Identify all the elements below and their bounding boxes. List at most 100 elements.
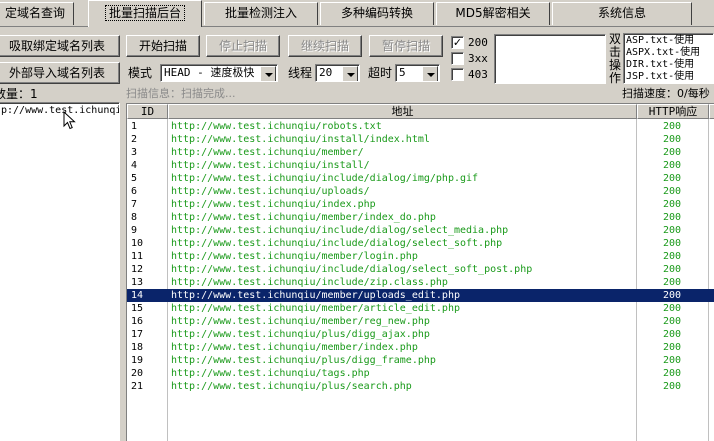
cell-id: 6 [131, 186, 138, 197]
cell-id: 19 [131, 355, 144, 366]
cell-http-response: 200 [662, 303, 682, 314]
cell-http-response: 200 [662, 277, 682, 288]
cell-url: http://www.test.ichunqiu/member/article_… [171, 303, 460, 314]
table-row[interactable]: 13 http://www.test.ichunqiu/include/zip.c… [127, 276, 714, 289]
mouse-cursor-icon [63, 111, 76, 130]
cell-url: http://www.test.ichunqiu/include/dialog/… [171, 264, 533, 275]
table-row[interactable]: 11 http://www.test.ichunqiu/member/login.… [127, 250, 714, 263]
tab-system-info[interactable]: 系统信息 [552, 2, 692, 25]
dictionary-item[interactable]: ASP.txt-使用 [626, 35, 700, 47]
cell-http-response: 200 [662, 238, 682, 249]
threads-label: 线程 [288, 66, 313, 80]
timeout-select[interactable]: 5 [395, 64, 440, 82]
resume-scan-button[interactable]: 继续扫描 [288, 35, 362, 57]
table-row[interactable]: 15 http://www.test.ichunqiu/member/articl… [127, 302, 714, 315]
table-row[interactable]: 20 http://www.test.ichunqiu/tags.php 200 [127, 367, 714, 380]
table-row[interactable]: 4 http://www.test.ichunqiu/install/200 [127, 159, 714, 172]
cell-http-response: 200 [662, 251, 682, 262]
table-header: ID 地址 HTTP响应 [127, 104, 714, 119]
import-bound-domains-button[interactable]: 吸取绑定域名列表 [0, 35, 120, 57]
cell-id: 21 [131, 381, 144, 392]
column-header-id[interactable]: ID [127, 104, 168, 119]
tab-batch-sql-injection[interactable]: 批量检测注入 [204, 2, 318, 25]
cell-id: 16 [131, 316, 144, 327]
threads-select[interactable]: 20 [315, 64, 360, 82]
table-row[interactable]: 8 http://www.test.ichunqiu/member/index_d… [127, 211, 714, 224]
column-header-http-response[interactable]: HTTP响应 [637, 104, 709, 119]
chevron-down-icon[interactable] [422, 66, 438, 81]
domain-count-label: 数量：1 [0, 87, 38, 101]
tab-batch-scan-admin[interactable]: 批量扫描后台 [88, 0, 202, 27]
cell-url: http://www.test.ichunqiu/uploads/ [171, 186, 370, 197]
chevron-down-icon[interactable] [342, 66, 358, 81]
status-403-checkbox[interactable] [451, 68, 464, 81]
table-row[interactable]: 3 http://www.test.ichunqiu/member/200 [127, 146, 714, 159]
cell-id: 1 [131, 121, 138, 132]
chevron-down-icon[interactable] [260, 66, 276, 81]
cell-id: 14 [131, 290, 144, 301]
cell-http-response: 200 [662, 290, 682, 301]
table-row[interactable]: 14 http://www.test.ichunqiu/member/upload… [127, 289, 714, 302]
cell-http-response: 200 [662, 199, 682, 210]
cell-url: http://www.test.ichunqiu/member/index.ph… [171, 342, 418, 353]
cell-id: 2 [131, 134, 138, 145]
table-row[interactable]: 2 http://www.test.ichunqiu/install/index.… [127, 133, 714, 146]
table-row[interactable]: 19 http://www.test.ichunqiu/plus/digg_fra… [127, 354, 714, 367]
cell-id: 13 [131, 277, 144, 288]
table-row[interactable]: 12 http://www.test.ichunqiu/include/dialo… [127, 263, 714, 276]
tab-encoding-convert[interactable]: 多种编码转换 [320, 2, 434, 25]
table-row[interactable]: 1 http://www.test.ichunqiu/robots.txt 200 [127, 120, 714, 133]
tab-md5-decrypt[interactable]: MD5解密相关 [436, 2, 550, 25]
custom-path-textarea[interactable] [494, 34, 606, 84]
dictionary-item[interactable]: ASPX.txt-使用 [626, 47, 700, 59]
cell-url: http://www.test.ichunqiu/include/dialog/… [171, 238, 503, 249]
import-external-domains-button[interactable]: 外部导入域名列表 [0, 62, 120, 84]
cell-http-response: 200 [662, 121, 682, 132]
tab-domain-query[interactable]: 定域名查询 [0, 2, 74, 25]
timeout-label: 超时 [368, 66, 393, 80]
table-row[interactable]: 10 http://www.test.ichunqiu/include/dialo… [127, 237, 714, 250]
cell-url: http://www.test.ichunqiu/plus/digg_ajax.… [171, 329, 430, 340]
status-200-checkbox[interactable]: ✓ [451, 36, 464, 49]
cell-url: http://www.test.ichunqiu/install/ [171, 160, 370, 171]
scan-speed-label: 扫描速度：0/每秒 [622, 87, 710, 100]
status-200-label: 200 [468, 36, 488, 49]
cell-http-response: 200 [662, 173, 682, 184]
mode-select-value: HEAD - 速度极快 [164, 66, 255, 79]
cell-url: http://www.test.ichunqiu/plus/digg_frame… [171, 355, 436, 366]
stop-scan-button[interactable]: 停止扫描 [206, 35, 280, 57]
domain-list-item[interactable]: p://www.test.ichunqi [1, 105, 119, 117]
table-row[interactable]: 5 http://www.test.ichunqiu/include/dialog… [127, 172, 714, 185]
table-row[interactable]: 7 http://www.test.ichunqiu/index.php 200 [127, 198, 714, 211]
mode-select[interactable]: HEAD - 速度极快 [160, 64, 278, 82]
cell-url: http://www.test.ichunqiu/plus/search.php [171, 381, 412, 392]
cell-http-response: 200 [662, 316, 682, 327]
table-row[interactable]: 21 http://www.test.ichunqiu/plus/search.p… [127, 380, 714, 393]
domain-list[interactable]: p://www.test.ichunqi [0, 102, 120, 441]
table-row[interactable]: 18 http://www.test.ichunqiu/member/index.… [127, 341, 714, 354]
dictionary-item[interactable]: JSP.txt-使用 [626, 71, 700, 83]
cell-id: 15 [131, 303, 144, 314]
cell-id: 9 [131, 225, 138, 236]
pause-scan-button[interactable]: 暂停扫描 [369, 35, 443, 57]
cell-url: http://www.test.ichunqiu/include/zip.cla… [171, 277, 448, 288]
cell-url: http://www.test.ichunqiu/include/dialog/… [171, 225, 509, 236]
status-3xx-checkbox[interactable] [451, 52, 464, 65]
start-scan-button[interactable]: 开始扫描 [126, 35, 200, 57]
dictionary-list[interactable]: ASP.txt-使用 ASPX.txt-使用 DIR.txt-使用 JSP.tx… [623, 33, 714, 84]
table-row[interactable]: 9 http://www.test.ichunqiu/include/dialog… [127, 224, 714, 237]
results-table[interactable]: ID 地址 HTTP响应 1 http://www.test.ichunqiu/r… [126, 103, 714, 441]
cell-url: http://www.test.ichunqiu/include/dialog/… [171, 173, 479, 184]
dictionary-item[interactable]: DIR.txt-使用 [626, 59, 700, 71]
cell-id: 5 [131, 173, 138, 184]
timeout-select-value: 5 [399, 66, 406, 79]
cell-id: 11 [131, 251, 144, 262]
cell-url: http://www.test.ichunqiu/member/index_do… [171, 212, 436, 223]
cell-id: 17 [131, 329, 144, 340]
table-row[interactable]: 17 http://www.test.ichunqiu/plus/digg_aja… [127, 328, 714, 341]
cell-url: http://www.test.ichunqiu/robots.txt [171, 121, 382, 132]
table-row[interactable]: 6 http://www.test.ichunqiu/uploads/200 [127, 185, 714, 198]
table-row[interactable]: 16 http://www.test.ichunqiu/member/reg_ne… [127, 315, 714, 328]
column-header-url[interactable]: 地址 [168, 104, 637, 119]
cell-url: http://www.test.ichunqiu/member/reg_new.… [171, 316, 430, 327]
